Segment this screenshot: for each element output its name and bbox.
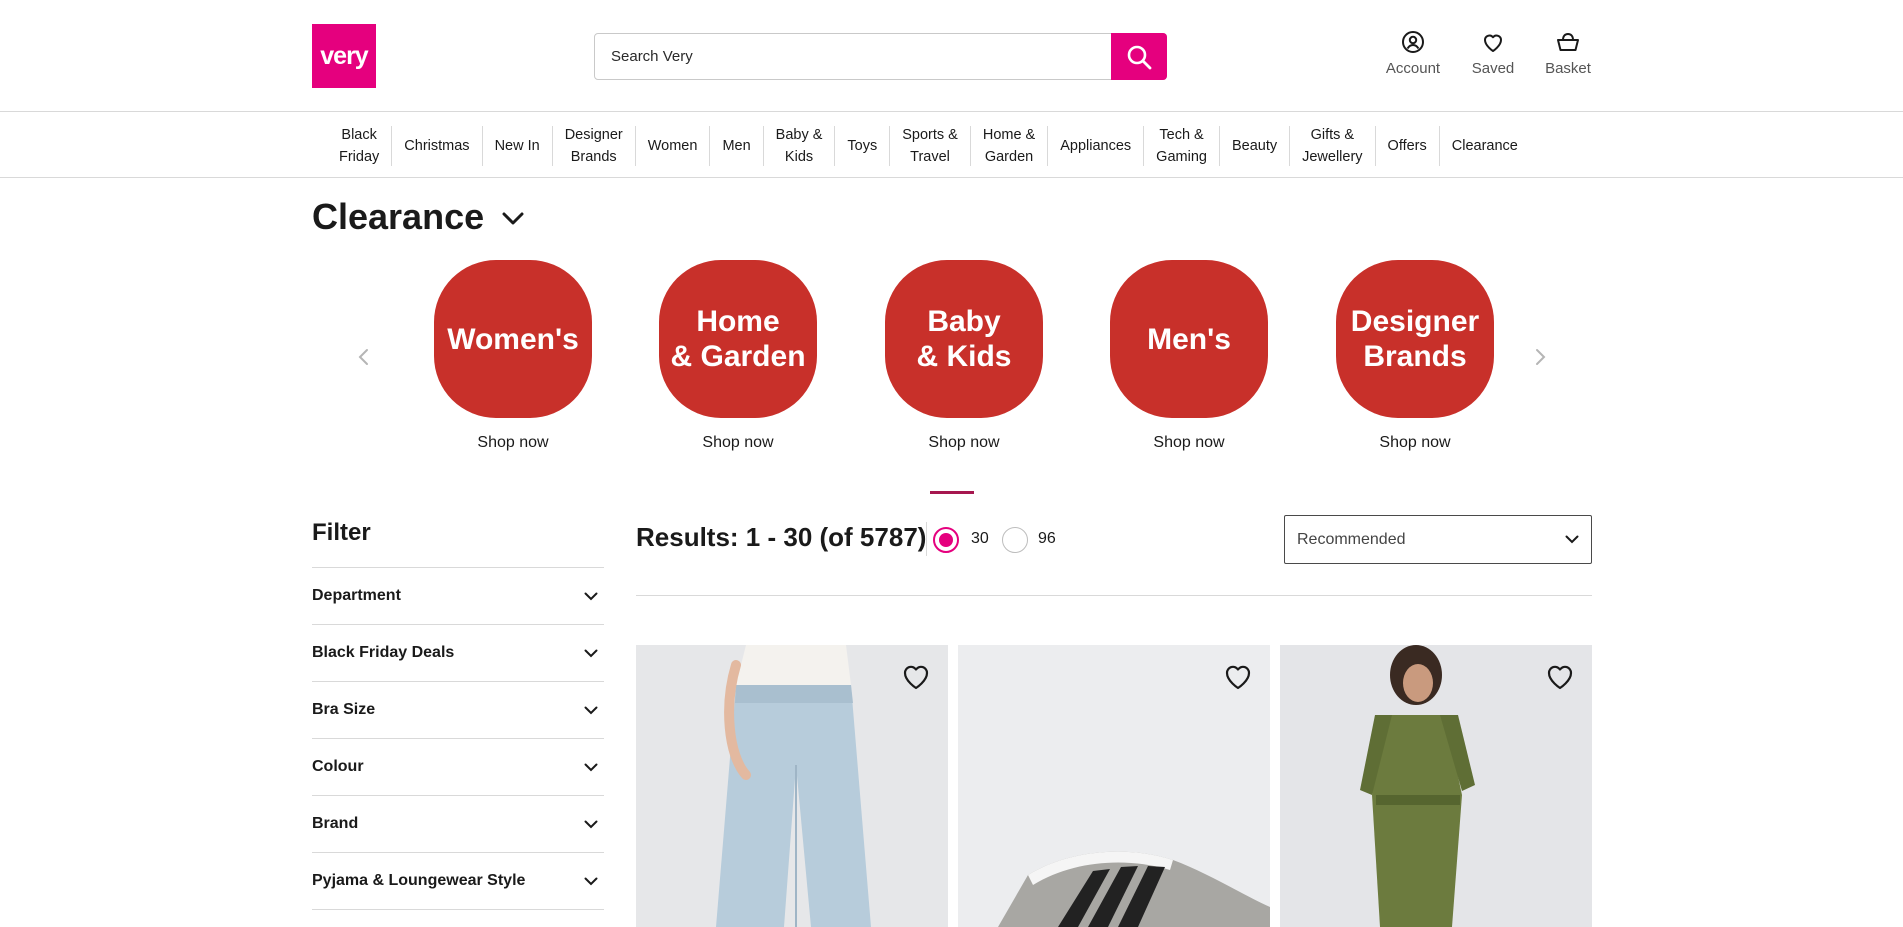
nav-item[interactable]: Tech & Gaming (1143, 126, 1219, 166)
per-page-96-label: 96 (1038, 530, 1056, 547)
nav-item[interactable]: Gifts & Jewellery (1289, 126, 1374, 166)
filter-item[interactable]: Bra Size (312, 682, 604, 739)
chevron-down-icon (584, 706, 598, 714)
filter-title: Filter (312, 519, 371, 546)
category-tile-label: Men's (1110, 260, 1268, 418)
filter-item-label: Bra Size (312, 701, 376, 718)
chevron-down-icon (584, 820, 598, 828)
nav-item[interactable]: Baby & Kids (762, 126, 835, 166)
category-tile-1[interactable]: Home & Garden Shop now (659, 260, 817, 452)
filter-item[interactable]: Colour (312, 739, 604, 796)
per-page-96-radio[interactable] (1002, 527, 1028, 553)
search-input[interactable] (611, 34, 1091, 79)
shop-now-link[interactable]: Shop now (477, 434, 548, 452)
category-tile-3[interactable]: Men's Shop now (1110, 260, 1268, 452)
shop-now-link[interactable]: Shop now (1379, 434, 1450, 452)
filter-item-label: Brand (312, 815, 359, 832)
account-button[interactable]: Account (1373, 30, 1453, 77)
heart-icon (1484, 34, 1502, 52)
nav-item[interactable]: Men (709, 126, 762, 166)
nav-list: Black Friday Christmas New In Designer Bran… (327, 124, 1530, 168)
nav-item[interactable]: Beauty (1218, 126, 1289, 166)
very-logo[interactable]: very (312, 24, 376, 88)
page-title-text: Clearance (312, 196, 485, 237)
site-header: very Account Saved Basket (0, 0, 1903, 112)
nav-item[interactable]: Offers (1374, 126, 1439, 166)
nav-item[interactable]: Toys (834, 126, 889, 166)
nav-item[interactable]: Black Friday (327, 126, 391, 166)
nav-item[interactable]: Appliances (1047, 126, 1143, 166)
main-navigation: Black Friday Christmas New In Designer Bran… (0, 112, 1903, 178)
category-tile-0[interactable]: Women's Shop now (434, 260, 592, 452)
per-page-30-radio[interactable] (933, 527, 959, 553)
product-card[interactable] (1280, 645, 1592, 927)
heart-icon[interactable] (900, 661, 932, 693)
carousel-prev-icon[interactable] (352, 345, 376, 369)
shop-now-link[interactable]: Shop now (928, 434, 999, 452)
results-separator (926, 522, 927, 556)
chevron-down-icon (1565, 535, 1579, 544)
page-title[interactable]: Clearance (312, 196, 524, 238)
category-tile-label: Home & Garden (659, 260, 817, 418)
filter-item[interactable]: Brand (312, 796, 604, 853)
saved-button[interactable]: Saved (1453, 30, 1533, 77)
sort-selected-value: Recommended (1297, 530, 1406, 548)
heart-icon[interactable] (1222, 661, 1254, 693)
filter-item-label: Black Friday Deals (312, 644, 455, 661)
category-tile-label: Women's (434, 260, 592, 418)
nav-item[interactable]: New In (481, 126, 552, 166)
nav-item[interactable]: Christmas (391, 126, 481, 166)
filter-list: Department Black Friday Deals Bra Size Colo… (312, 567, 604, 910)
filter-item[interactable]: Department (312, 568, 604, 625)
per-page-30-label: 30 (971, 530, 989, 547)
sort-select[interactable]: Recommended (1284, 515, 1592, 564)
carousel-indicator (930, 491, 974, 494)
saved-label: Saved (1471, 60, 1515, 77)
search-bar (594, 33, 1167, 80)
nav-item[interactable]: Women (634, 126, 710, 166)
search-button[interactable] (1111, 33, 1167, 80)
product-card[interactable] (958, 645, 1270, 927)
basket-button[interactable]: Basket (1528, 30, 1608, 77)
heart-icon[interactable] (1544, 661, 1576, 693)
nav-item[interactable]: Home & Garden (969, 126, 1047, 166)
category-tile-2[interactable]: Baby & Kids Shop now (885, 260, 1043, 452)
results-summary: Results: 1 - 30 (of 5787) (636, 522, 927, 552)
product-card[interactable] (636, 645, 948, 927)
filter-item[interactable]: Black Friday Deals (312, 625, 604, 682)
shop-now-link[interactable]: Shop now (702, 434, 773, 452)
account-icon (1402, 31, 1424, 53)
nav-item[interactable]: Sports & Travel (889, 126, 970, 166)
chevron-down-icon (502, 212, 524, 225)
results-divider (636, 595, 1592, 596)
chevron-down-icon (584, 649, 598, 657)
nav-item[interactable]: Designer Brands (551, 126, 635, 166)
chevron-down-icon (584, 592, 598, 600)
category-tile-label: Designer Brands (1336, 260, 1494, 418)
search-icon (1127, 45, 1152, 69)
chevron-down-icon (584, 877, 598, 885)
shop-now-link[interactable]: Shop now (1153, 434, 1224, 452)
account-label: Account (1385, 60, 1441, 77)
chevron-down-icon (584, 763, 598, 771)
filter-item[interactable]: Pyjama & Loungewear Style (312, 853, 604, 910)
category-tile-label: Baby & Kids (885, 260, 1043, 418)
category-tile-4[interactable]: Designer Brands Shop now (1336, 260, 1494, 452)
nav-item[interactable]: Clearance (1438, 126, 1530, 166)
filter-item-label: Colour (312, 758, 364, 775)
basket-icon (1557, 32, 1579, 51)
basket-label: Basket (1545, 60, 1591, 77)
carousel-next-icon[interactable] (1528, 345, 1552, 369)
filter-item-label: Department (312, 587, 401, 604)
filter-item-label: Pyjama & Loungewear Style (312, 872, 526, 889)
